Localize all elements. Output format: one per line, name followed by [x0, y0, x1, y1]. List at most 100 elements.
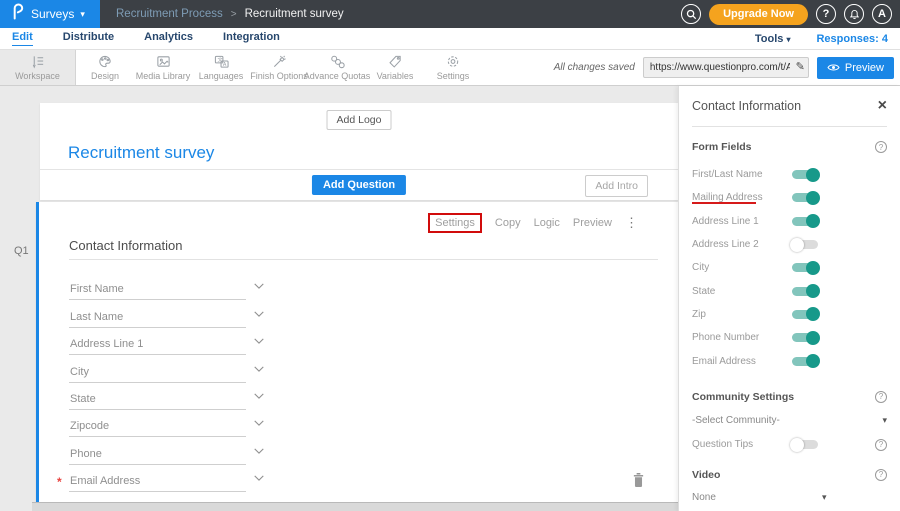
field-row-phone: Phone — [69, 440, 289, 467]
chevron-down-icon[interactable] — [253, 360, 265, 378]
tab-distribute[interactable]: Distribute — [63, 31, 114, 46]
form-field-toggles: First/Last Name Mailing Address Address … — [692, 163, 887, 373]
chevron-down-icon: ▾ — [80, 9, 85, 20]
question-number: Q1 — [14, 245, 29, 257]
community-select[interactable]: -Select Community- ▾ — [692, 415, 887, 426]
responses-count-link[interactable]: Responses: 4 — [816, 33, 888, 45]
field-row-zipcode: Zipcode — [69, 413, 289, 440]
chevron-down-icon[interactable] — [253, 305, 265, 323]
question-actions: Settings Copy Logic Preview ⋮ — [428, 213, 638, 233]
question-settings-button[interactable]: Settings — [428, 213, 482, 233]
add-logo-button[interactable]: Add Logo — [327, 110, 392, 130]
field-row-last-name: Last Name — [69, 303, 289, 330]
question-settings-panel: Contact Information × Form Fields ? Firs… — [678, 86, 900, 511]
chevron-down-icon: ▾ — [882, 415, 887, 426]
question-card: Settings Copy Logic Preview ⋮ Contact In… — [36, 202, 678, 502]
toolbar-item-label: Media Library — [136, 71, 191, 81]
surveys-menu[interactable]: Surveys ▾ — [0, 0, 100, 28]
preview-button[interactable]: Preview — [817, 57, 894, 79]
toolbar-item-advance-quotas[interactable]: Advance Quotas — [308, 50, 366, 85]
chevron-down-icon[interactable] — [253, 442, 265, 460]
questionpro-app: Surveys ▾ Recruitment Process > Recruitm… — [0, 0, 900, 511]
video-select[interactable]: None ▾ — [692, 492, 887, 503]
chevron-down-icon[interactable] — [253, 469, 265, 487]
survey-url-wrap: ✎ — [643, 57, 809, 78]
contact-fields-list: First Name Last Name Address Line 1 City — [69, 276, 289, 495]
toolbar-item-variables[interactable]: Variables — [366, 50, 424, 85]
toolbar-item-workspace[interactable]: Workspace — [0, 50, 76, 85]
toggle-city[interactable] — [792, 263, 818, 272]
field-label: City — [70, 366, 89, 378]
chevron-down-icon[interactable] — [253, 277, 265, 295]
help-icon[interactable]: ? — [875, 469, 887, 481]
toggle-row-mailing-address: Mailing Address — [692, 186, 887, 209]
tab-analytics[interactable]: Analytics — [144, 31, 193, 46]
chevron-down-icon[interactable] — [253, 332, 265, 350]
close-icon[interactable]: × — [878, 100, 887, 112]
question-more-menu-icon[interactable]: ⋮ — [625, 215, 638, 231]
toggle-first-last-name[interactable] — [792, 170, 818, 179]
tools-menu[interactable]: Tools ▾ — [755, 33, 791, 45]
toggle-address-line-2[interactable] — [792, 240, 818, 249]
help-icon[interactable]: ? — [875, 439, 887, 451]
breadcrumb-folder[interactable]: Recruitment Process — [116, 8, 223, 20]
survey-title[interactable]: Recruitment survey — [68, 143, 214, 163]
field-underline — [69, 491, 246, 492]
search-icon[interactable] — [681, 4, 701, 24]
toolbar-item-languages[interactable]: 文A Languages — [192, 50, 250, 85]
toolbar-item-media-library[interactable]: Media Library — [134, 50, 192, 85]
toolbar-item-label: Settings — [437, 71, 470, 81]
add-question-button[interactable]: Add Question — [312, 175, 406, 195]
field-underline — [69, 409, 246, 410]
toggle-question-tips[interactable] — [792, 440, 818, 449]
question-preview-button[interactable]: Preview — [573, 217, 612, 229]
toolbar-item-design[interactable]: Design — [76, 50, 134, 85]
workspace-icon — [30, 54, 46, 69]
questionpro-logo-icon — [10, 3, 25, 25]
toolbar-item-label: Variables — [377, 71, 414, 81]
chevron-down-icon[interactable] — [253, 387, 265, 405]
field-label: Last Name — [70, 311, 123, 323]
edit-url-pencil-icon[interactable]: ✎ — [796, 60, 805, 73]
toggle-mailing-address[interactable] — [792, 193, 818, 202]
annotation-red-underline — [692, 202, 756, 204]
field-row-state: State — [69, 386, 289, 413]
help-icon[interactable]: ? — [875, 141, 887, 153]
eye-icon — [827, 63, 840, 72]
survey-url-input[interactable] — [643, 57, 809, 78]
toggle-address-line-1[interactable] — [792, 217, 818, 226]
upgrade-now-button[interactable]: Upgrade Now — [709, 4, 808, 25]
question-copy-button[interactable]: Copy — [495, 217, 521, 229]
toolbar-item-finish-options[interactable]: Finish Options — [250, 50, 308, 85]
toggle-email-address[interactable] — [792, 357, 818, 366]
horizontal-scrollbar[interactable] — [32, 502, 678, 511]
toggle-state[interactable] — [792, 287, 818, 296]
help-icon[interactable]: ? — [875, 391, 887, 403]
magic-wand-icon — [271, 54, 287, 69]
autosave-status: All changes saved — [554, 62, 635, 73]
toolbar-item-settings[interactable]: Settings — [424, 50, 482, 85]
question-logic-button[interactable]: Logic — [534, 217, 560, 229]
add-intro-button[interactable]: Add Intro — [585, 175, 648, 197]
notifications-bell-icon[interactable] — [844, 4, 864, 24]
question-heading[interactable]: Contact Information — [69, 238, 182, 253]
form-fields-heading: Form Fields — [692, 141, 752, 153]
help-icon[interactable]: ? — [816, 4, 836, 24]
chevron-down-icon[interactable] — [253, 414, 265, 432]
field-underline — [69, 354, 246, 355]
field-label: State — [70, 393, 96, 405]
toggle-phone-number[interactable] — [792, 333, 818, 342]
account-avatar[interactable]: A — [872, 4, 892, 24]
delete-question-trash-icon[interactable] — [632, 472, 645, 493]
field-row-email-address: * Email Address — [69, 468, 289, 495]
survey-tabs: Edit Distribute Analytics Integration — [0, 31, 280, 46]
top-bar: Surveys ▾ Recruitment Process > Recruitm… — [0, 0, 900, 28]
survey-header-card: Add Logo Recruitment survey Add Question… — [40, 103, 678, 200]
toggle-zip[interactable] — [792, 310, 818, 319]
breadcrumb: Recruitment Process > Recruitment survey — [116, 8, 344, 20]
tab-edit[interactable]: Edit — [12, 31, 33, 46]
languages-icon: 文A — [213, 54, 230, 69]
gear-icon — [445, 54, 461, 69]
tab-integration[interactable]: Integration — [223, 31, 280, 46]
toolbar-item-label: Advance Quotas — [304, 71, 371, 81]
